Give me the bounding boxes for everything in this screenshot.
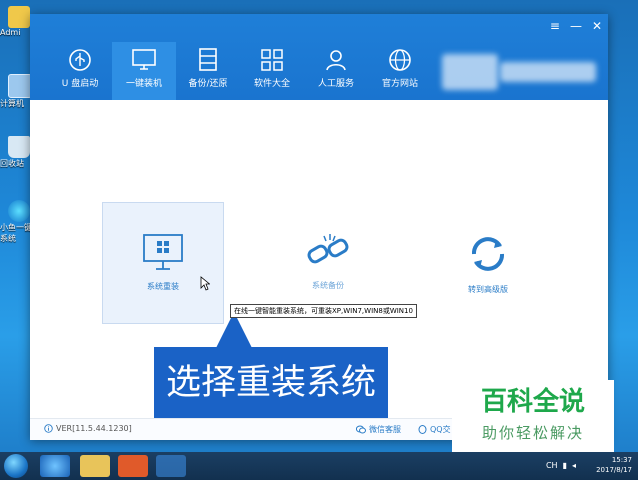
- globe-icon: [389, 49, 411, 71]
- installer-window: ≡ — ✕ U 盘启动 一键装机 备份/还原 软件大全 人工服务 官方网站 系统…: [30, 14, 608, 440]
- qq-link[interactable]: QQ交: [418, 424, 451, 435]
- desktop-icon-label: Admi: [0, 28, 21, 37]
- refresh-icon: [472, 237, 504, 271]
- version-text: VER[11.5.44.1230]: [56, 424, 132, 433]
- folder-icon: [8, 6, 30, 28]
- system-tray: CH ▮ ◂: [546, 461, 576, 470]
- taskbar: CH ▮ ◂ 15:37 2017/8/17: [0, 452, 638, 480]
- blurred-region: [442, 54, 498, 90]
- wechat-label: 微信客服: [369, 425, 401, 434]
- computer-icon: [8, 74, 32, 98]
- desktop-icon-admin[interactable]: Admi: [0, 6, 34, 37]
- nav-software[interactable]: 软件大全: [240, 42, 304, 100]
- usb-icon: [69, 49, 91, 71]
- mouse-cursor-icon: [200, 276, 210, 291]
- desktop-icon-label: 回收站: [0, 159, 24, 168]
- nav-backup-restore[interactable]: 备份/还原: [176, 42, 240, 100]
- desktop-icon-computer[interactable]: 计算机: [0, 74, 34, 109]
- media-player-taskbar-icon[interactable]: [118, 455, 148, 477]
- desktop-icon-label: 计算机: [0, 99, 24, 108]
- option-label: 系统备份: [312, 281, 344, 290]
- option-switch-advanced[interactable]: 转到高级版: [448, 232, 528, 295]
- window-header: ≡ — ✕ U 盘启动 一键装机 备份/还原 软件大全 人工服务 官方网站: [30, 14, 608, 100]
- person-icon: [326, 50, 346, 71]
- broken-link-icon: [307, 234, 349, 264]
- nav-manual-service[interactable]: 人工服务: [304, 42, 368, 100]
- desktop-icon-recycle-bin[interactable]: 回收站: [0, 136, 34, 169]
- start-button[interactable]: [4, 454, 28, 478]
- close-button[interactable]: ✕: [592, 20, 602, 32]
- clock[interactable]: 15:37 2017/8/17: [596, 455, 632, 475]
- option-system-reinstall[interactable]: 系统重装: [102, 202, 224, 324]
- watermark-logo: 百科全说 助你轻松解决: [452, 380, 614, 452]
- tooltip: 在线一键智能重装系统，可重装XP,WIN7,WIN8或WIN10: [230, 304, 417, 318]
- nav-label: 人工服务: [317, 79, 354, 89]
- ie-taskbar-icon[interactable]: [40, 455, 70, 477]
- nav-label: 官方网站: [381, 79, 418, 89]
- recycle-bin-icon: [8, 136, 30, 158]
- nav-label: U 盘启动: [61, 79, 99, 89]
- desktop-icon-label: 小鱼一键: [0, 223, 32, 232]
- nav-label: 一键装机: [125, 79, 162, 89]
- explorer-taskbar-icon[interactable]: [80, 455, 110, 477]
- desktop-icon-label: 系统: [0, 234, 16, 243]
- blurred-region: [500, 62, 596, 82]
- watermark-subtitle: 助你轻松解决: [481, 424, 584, 442]
- wechat-service-link[interactable]: 微信客服: [356, 424, 401, 435]
- wechat-icon: [356, 425, 366, 434]
- network-icon[interactable]: ▮: [563, 461, 567, 470]
- nav-usb-boot[interactable]: U 盘启动: [48, 42, 112, 100]
- clock-time: 15:37: [611, 456, 632, 464]
- menu-button[interactable]: ≡: [550, 20, 560, 32]
- callout-banner: 选择重装系统: [154, 347, 388, 419]
- windows-monitor-icon: [143, 234, 183, 270]
- minimize-button[interactable]: —: [570, 20, 582, 32]
- window-controls: ≡ — ✕: [550, 20, 602, 32]
- desktop-icon-app[interactable]: 小鱼一键 系统: [0, 200, 34, 244]
- nav-label: 备份/还原: [188, 79, 228, 89]
- language-indicator[interactable]: CH: [546, 461, 558, 470]
- app-icon: [8, 200, 30, 222]
- watermark-title: 百科全说: [480, 387, 585, 417]
- volume-icon[interactable]: ◂: [572, 461, 576, 470]
- clock-date: 2017/8/17: [596, 466, 632, 474]
- qq-label: QQ交: [430, 425, 451, 434]
- option-system-backup[interactable]: 系统备份: [288, 232, 368, 291]
- monitor-icon: [132, 49, 156, 70]
- nav-one-click-install[interactable]: 一键装机: [112, 42, 176, 100]
- info-icon: [44, 424, 53, 433]
- nav-official-site[interactable]: 官方网站: [368, 42, 432, 100]
- backup-icon: [199, 48, 217, 71]
- qq-icon: [418, 424, 427, 434]
- nav-label: 软件大全: [253, 79, 290, 89]
- app-taskbar-icon[interactable]: [156, 455, 186, 477]
- main-nav: U 盘启动 一键装机 备份/还原 软件大全 人工服务 官方网站: [48, 42, 432, 100]
- option-label: 转到高级版: [468, 285, 508, 294]
- version-info: VER[11.5.44.1230]: [44, 424, 132, 433]
- apps-grid-icon: [261, 49, 283, 71]
